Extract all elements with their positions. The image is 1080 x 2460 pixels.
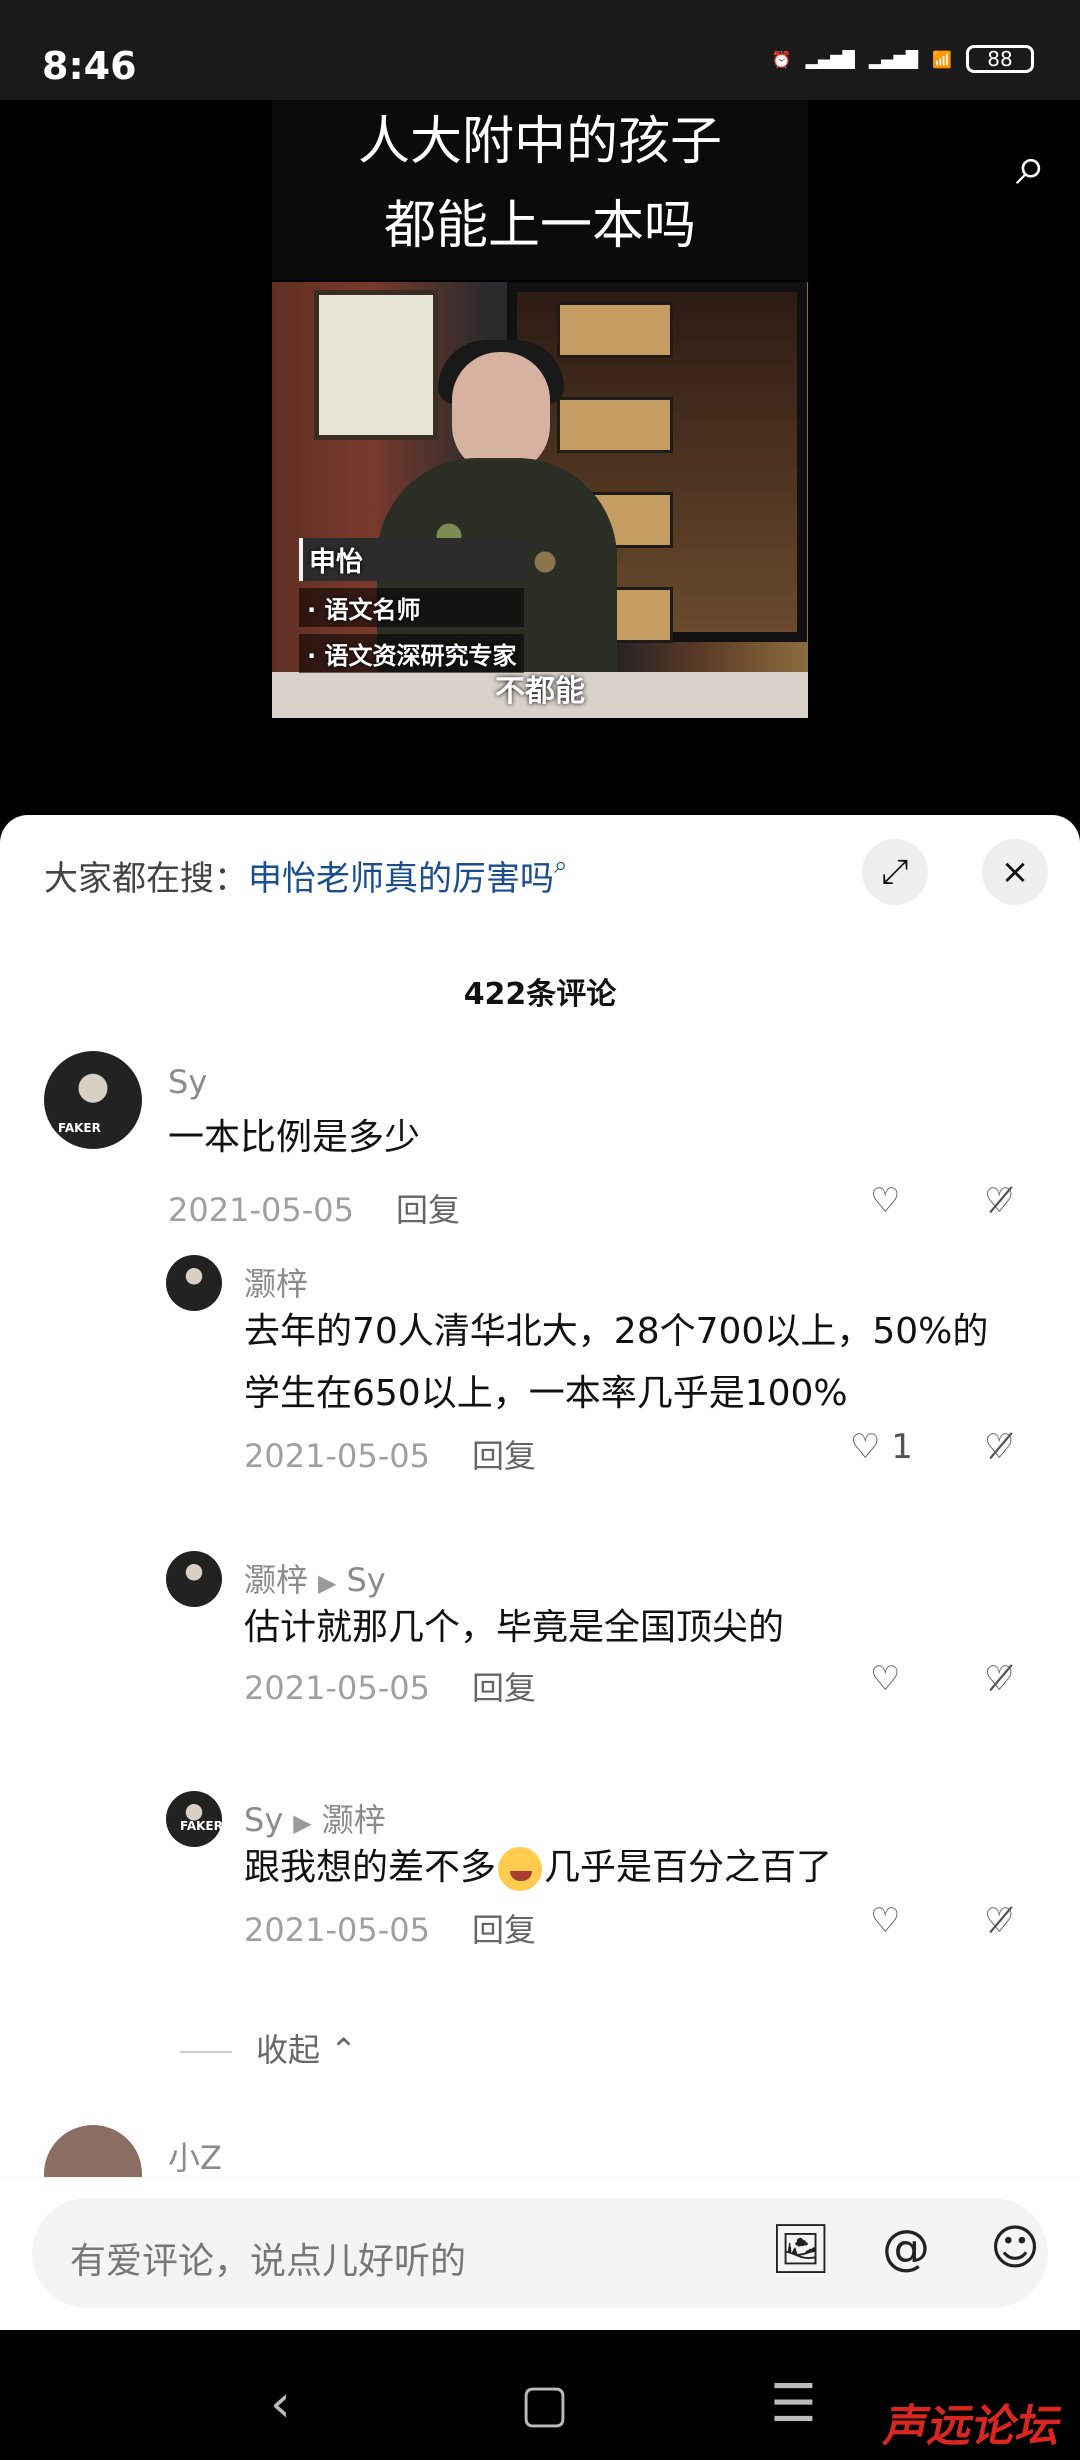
avatar[interactable] xyxy=(44,2125,142,2183)
like-button[interactable]: ♡ xyxy=(870,1181,900,1221)
video-search-icon[interactable]: ⌕ xyxy=(1016,134,1046,198)
video-title-line2: 都能上一本吗 xyxy=(383,196,696,256)
video-subtitle: 不都能 xyxy=(495,674,585,709)
comment-meta: 2021-05-05 回复 xyxy=(244,1905,536,1951)
comment-date: 2021-05-05 xyxy=(244,1911,430,1949)
alarm-icon: ⏰ xyxy=(771,49,792,69)
comment-item: 小Z xyxy=(0,2125,1080,2183)
status-icons: ⏰ ▂▄▆█ ▂▄▆█ 📶 88 xyxy=(772,45,1034,73)
comment-placeholder: 有爱评论，说点儿好听的 xyxy=(70,2241,467,2282)
avatar[interactable] xyxy=(166,1551,222,1607)
search-query-link[interactable]: 申怡老师真的厉害吗 xyxy=(248,859,554,899)
dislike-button[interactable]: ♡̸ xyxy=(984,1181,1014,1221)
status-time: 8:46 xyxy=(42,44,137,88)
image-icon[interactable]: 🖼 xyxy=(770,2220,831,2277)
watermark: 声远论坛 xyxy=(879,2401,1067,2452)
reply-item: Sy▶灏梓 跟我想的差不多几乎是百分之百了 2021-05-05 回复 ♡ ♡̸ xyxy=(0,1791,1080,1971)
comment-author[interactable]: 灏梓 xyxy=(244,1259,308,1305)
dislike-button[interactable]: ♡̸ xyxy=(984,1427,1014,1467)
comment-meta: 2021-05-05 回复 xyxy=(244,1431,536,1477)
small-search-icon: ⌕ xyxy=(554,851,568,879)
comment-author-line[interactable]: 灏梓 ▶ Sy xyxy=(244,1555,386,1601)
comment-meta: 2021-05-05 回复 xyxy=(244,1663,536,1709)
comment-date: 2021-05-05 xyxy=(244,1669,430,1707)
expand-icon: ⤢ xyxy=(881,852,909,892)
speaker-face xyxy=(452,352,550,474)
speaker-nameplate: 申怡 · 语文名师 · 语文资深研究专家 xyxy=(299,538,525,673)
video-title-line1: 人大附中的孩子 xyxy=(357,112,722,172)
comment-meta: 2021-05-05 回复 xyxy=(168,1185,460,1231)
collapse-replies-button[interactable]: 收起 ⌃ xyxy=(180,2025,357,2071)
reply-arrow-icon: ▶ xyxy=(318,1569,337,1597)
comment-text: 跟我想的差不多 几乎是百分之百了 xyxy=(244,1837,1020,1899)
like-button[interactable]: ♡ xyxy=(870,1659,900,1699)
signal-icon: ▂▄▆█ xyxy=(805,49,855,69)
comments-count: 422条评论 xyxy=(463,977,617,1012)
comment-author[interactable]: Sy xyxy=(168,1063,207,1101)
avatar[interactable] xyxy=(166,1255,222,1311)
close-icon: × xyxy=(1000,852,1030,892)
menu-icon[interactable]: ☰ xyxy=(770,2374,817,2434)
comment-author-line[interactable]: Sy ▶ 灏梓 xyxy=(244,1795,386,1841)
like-button[interactable]: ♡ 1 xyxy=(850,1427,913,1467)
battery: 88 xyxy=(966,45,1034,73)
comment-author[interactable]: 小Z xyxy=(168,2133,222,2179)
avatar[interactable] xyxy=(166,1791,223,1847)
background-painting xyxy=(314,290,438,440)
reply-item: 灏梓 去年的70人清华北大，28个700以上，50%的学生在650以上，一本率几… xyxy=(0,1255,1080,1515)
shelf-drawer xyxy=(557,397,673,453)
reply-button[interactable]: 回复 xyxy=(472,1669,536,1707)
close-button[interactable]: × xyxy=(982,839,1048,905)
back-icon[interactable]: ‹ xyxy=(270,2374,291,2434)
reply-button[interactable]: 回复 xyxy=(472,1437,536,1475)
home-icon[interactable]: ▢ xyxy=(520,2374,569,2434)
comments-sheet: 大家都在搜：申怡老师真的厉害吗⌕ ⤢ × 422条评论 Sy 一本比例是多少 2… xyxy=(0,815,1080,2330)
video-frame: 申怡 · 语文名师 · 语文资深研究专家 不都能 xyxy=(272,282,808,718)
like-count: 1 xyxy=(891,1427,913,1467)
speaker-name: 申怡 xyxy=(299,538,525,581)
at-icon[interactable]: @ xyxy=(882,2220,930,2276)
comment-text: 一本比例是多少 xyxy=(168,1117,421,1158)
reply-button[interactable]: 回复 xyxy=(396,1191,460,1229)
video-title: 人大附中的孩子 都能上一本吗 xyxy=(272,100,808,280)
comment-input[interactable]: 有爱评论，说点儿好听的 🖼 @ ☺ xyxy=(32,2198,1048,2308)
laughing-crying-emoji-icon xyxy=(498,1847,543,1891)
avatar[interactable] xyxy=(44,1051,142,1149)
system-navigation-bar: ‹ ▢ ☰ 声远论坛 xyxy=(0,2330,1080,2460)
speaker-title-1: · 语文名师 xyxy=(299,588,525,627)
comment-date: 2021-05-05 xyxy=(168,1191,354,1229)
expand-button[interactable]: ⤢ xyxy=(862,839,928,905)
search-suggestion[interactable]: 大家都在搜：申怡老师真的厉害吗⌕ xyxy=(44,851,567,900)
comment-text: 估计就那几个，毕竟是全国顶尖的 xyxy=(244,1607,785,1648)
comment-item: Sy 一本比例是多少 2021-05-05 回复 ♡ ♡̸ xyxy=(0,1033,1080,1229)
dislike-button[interactable]: ♡̸ xyxy=(984,1659,1014,1699)
emoji-icon[interactable]: ☺ xyxy=(990,2220,1040,2276)
comment-text: 去年的70人清华北大，28个700以上，50%的学生在650以上，一本率几乎是1… xyxy=(244,1311,989,1414)
reply-item: 灏梓 ▶ Sy 估计就那几个，毕竟是全国顶尖的 2021-05-05 回复 ♡ ♡̸ xyxy=(0,1551,1080,1731)
reply-arrow-icon: ▶ xyxy=(293,1809,312,1837)
reply-button[interactable]: 回复 xyxy=(472,1911,536,1949)
shelf-drawer xyxy=(557,302,673,358)
video-player[interactable]: 人大附中的孩子 都能上一本吗 ⌕ 申怡 · 语文名师 · 语文资深研究专家 不都… xyxy=(0,100,1080,820)
signal-icon-secondary: ▂▄▆█ xyxy=(868,49,919,69)
wifi-icon: 📶 xyxy=(932,49,952,69)
comment-date: 2021-05-05 xyxy=(244,1437,430,1475)
like-button[interactable]: ♡ xyxy=(870,1901,900,1941)
comment-input-bar: 有爱评论，说点儿好听的 🖼 @ ☺ xyxy=(0,2177,1080,2331)
dislike-button[interactable]: ♡̸ xyxy=(984,1901,1014,1941)
search-prefix: 大家都在搜： xyxy=(44,859,248,899)
status-bar: 8:46 ⏰ ▂▄▆█ ▂▄▆█ 📶 88 xyxy=(0,0,1080,100)
